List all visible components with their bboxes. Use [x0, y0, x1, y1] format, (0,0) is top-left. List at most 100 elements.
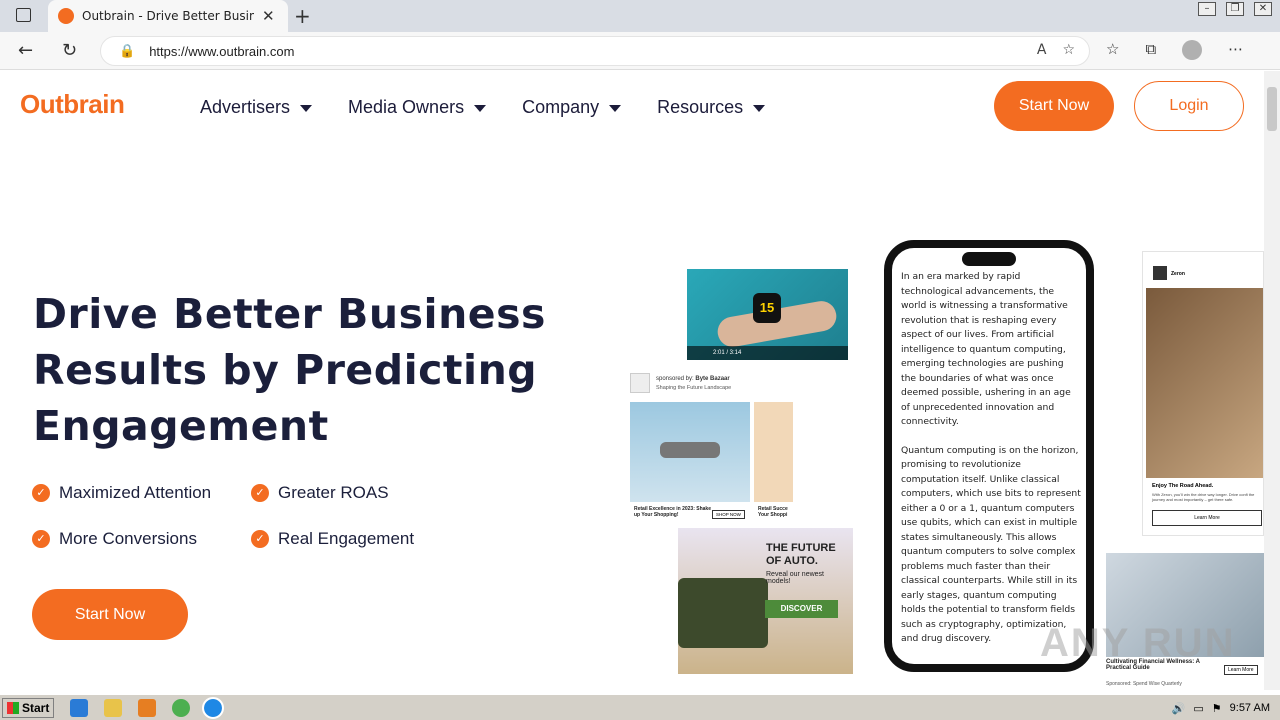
caret-down-icon [753, 104, 766, 112]
shop-now-button[interactable]: SHOP NOW [712, 510, 745, 519]
headline-line: Results by Predicting [33, 346, 538, 394]
caret-down-icon [300, 104, 313, 112]
headphones-image [754, 402, 793, 502]
finance-sponsor: Sponsored: Spend Wise Quarterly [1106, 681, 1182, 687]
auto-title: THE FUTURE OF AUTO. [766, 542, 836, 567]
feature-label: Maximized Attention [59, 483, 212, 502]
check-icon: ✓ [32, 484, 50, 502]
check-icon: ✓ [251, 530, 269, 548]
start-label: Start [22, 701, 50, 715]
read-aloud-icon[interactable]: A [1037, 42, 1047, 58]
browser-tab[interactable]: Outbrain - Drive Better Business R ✕ [48, 0, 288, 32]
edge-icon[interactable] [202, 697, 224, 719]
anyrun-watermark: ANY RUN [1040, 621, 1236, 665]
menu-label: Resources [657, 97, 744, 117]
watch-face: 15 [753, 293, 781, 323]
menu-advertisers[interactable]: Advertisers [200, 97, 313, 118]
login-button[interactable]: Login [1134, 81, 1244, 131]
back-icon[interactable]: ← [18, 40, 33, 61]
minimize-icon[interactable]: – [1198, 2, 1216, 16]
network-icon[interactable]: ▭ [1193, 702, 1203, 715]
menu-company[interactable]: Company [522, 97, 622, 118]
road-text: With Zeron, you'll win the drive way lon… [1152, 492, 1255, 502]
collections-icon[interactable]: ⧉ [1145, 40, 1156, 60]
car-interior-image [1146, 288, 1263, 478]
learn-more-button[interactable]: Learn More [1152, 510, 1262, 526]
sponsor-subtitle: Shaping the Future Landscape [656, 385, 732, 391]
video-controls[interactable]: 2:01 / 3:14 [687, 346, 848, 360]
flag-icon[interactable]: ⚑ [1212, 702, 1222, 715]
menu-resources[interactable]: Resources [657, 97, 766, 118]
sponsored-by-label: sponsored by: [656, 376, 694, 382]
feature-label: Greater ROAS [278, 483, 389, 502]
zeron-logo [1153, 266, 1167, 280]
feature-label: Real Engagement [278, 529, 415, 548]
sponsor-logo [630, 373, 650, 393]
retail-caption: Retail Succe Your Shoppi [758, 506, 788, 518]
feature-item: ✓ More Conversions [32, 529, 197, 549]
volume-icon[interactable]: 🔊 [1172, 702, 1186, 715]
menu-label: Media Owners [348, 97, 465, 117]
new-tab-icon[interactable]: + [294, 4, 311, 28]
article-paragraph: Quantum computing is on the horizon, pro… [901, 444, 1081, 645]
favorites-icon[interactable]: ☆ [1106, 40, 1119, 60]
start-button[interactable]: Start [2, 698, 54, 718]
hero-start-now-button[interactable]: Start Now [32, 589, 188, 640]
caret-down-icon [609, 104, 622, 112]
url-text: https://www.outbrain.com [149, 43, 295, 59]
folder-icon[interactable] [104, 699, 122, 717]
page-content: Outbrain Advertisers Media Owners Compan… [0, 71, 1264, 690]
drone-image [630, 402, 750, 502]
clock[interactable]: 9:57 AM [1230, 702, 1270, 714]
auto-subtitle: Reveal our newest models! [766, 571, 824, 585]
tab-actions-icon[interactable] [16, 8, 31, 22]
refresh-icon[interactable]: ↻ [62, 40, 77, 61]
jeep-image [678, 578, 768, 648]
check-icon: ✓ [251, 484, 269, 502]
outbrain-favicon [58, 8, 74, 24]
hero-headline: Drive Better Business Results by Predict… [33, 286, 553, 454]
add-favorite-icon[interactable]: ☆ [1062, 42, 1075, 58]
phone-article: In an era marked by rapid technological … [901, 270, 1081, 647]
article-paragraph: In an era marked by rapid technological … [901, 271, 1071, 427]
lock-icon[interactable]: 🔒 [119, 44, 135, 59]
check-icon: ✓ [32, 530, 50, 548]
windows-taskbar: Start 🔊 ▭ ⚑ 9:57 AM [0, 694, 1280, 720]
address-bar-row: ← ↻ 🔒 https://www.outbrain.com A ☆ ☆ ⧉ ⋯ [0, 32, 1280, 70]
sponsor-name: Byte Bazaar [695, 376, 730, 382]
video-card[interactable]: 15 2:01 / 3:14 [687, 269, 848, 360]
page-scrollbar[interactable] [1264, 71, 1280, 690]
menu-label: Advertisers [200, 97, 291, 117]
tab-title: Outbrain - Drive Better Business R [82, 9, 254, 23]
feature-item: ✓ Real Engagement [251, 529, 414, 549]
feature-item: ✓ Greater ROAS [251, 483, 389, 503]
feature-label: More Conversions [59, 529, 197, 548]
drone-ad-card[interactable]: sponsored by: Byte Bazaar Shaping the Fu… [630, 373, 793, 523]
headline-line: Engagement [33, 402, 329, 450]
feature-item: ✓ Maximized Attention [32, 483, 211, 503]
finance-learn-more-button[interactable]: Learn More [1224, 665, 1258, 675]
windows-flag-icon [7, 702, 19, 714]
url-field[interactable]: 🔒 https://www.outbrain.com A ☆ [100, 36, 1090, 66]
start-now-button[interactable]: Start Now [994, 81, 1114, 131]
restore-icon[interactable]: ❐ [1226, 2, 1244, 16]
close-tab-icon[interactable]: ✕ [262, 7, 275, 25]
ie-icon[interactable] [70, 699, 88, 717]
auto-ad-card[interactable]: THE FUTURE OF AUTO. Reveal our newest mo… [678, 528, 853, 674]
chrome-icon[interactable] [172, 699, 190, 717]
car-ad-card[interactable]: Zeron Enjoy The Road Ahead. With Zeron, … [1142, 251, 1264, 536]
phone-notch [962, 252, 1016, 266]
media-player-icon[interactable] [138, 699, 156, 717]
drone-caption: Retail Excellence in 2023: Shake up Your… [634, 506, 711, 518]
headline-line: Drive Better Business [33, 290, 546, 338]
zeron-name: Zeron [1171, 271, 1185, 277]
discover-button[interactable]: DISCOVER [765, 600, 838, 618]
profile-avatar[interactable] [1182, 40, 1203, 60]
menu-media-owners[interactable]: Media Owners [348, 97, 487, 118]
more-menu-icon[interactable]: ⋯ [1228, 40, 1243, 60]
outbrain-logo[interactable]: Outbrain [20, 89, 125, 120]
window-controls: – ❐ ✕ [1198, 2, 1272, 16]
close-window-icon[interactable]: ✕ [1254, 2, 1272, 16]
scroll-thumb[interactable] [1267, 87, 1277, 131]
phone-mockup: In an era marked by rapid technological … [884, 240, 1094, 672]
